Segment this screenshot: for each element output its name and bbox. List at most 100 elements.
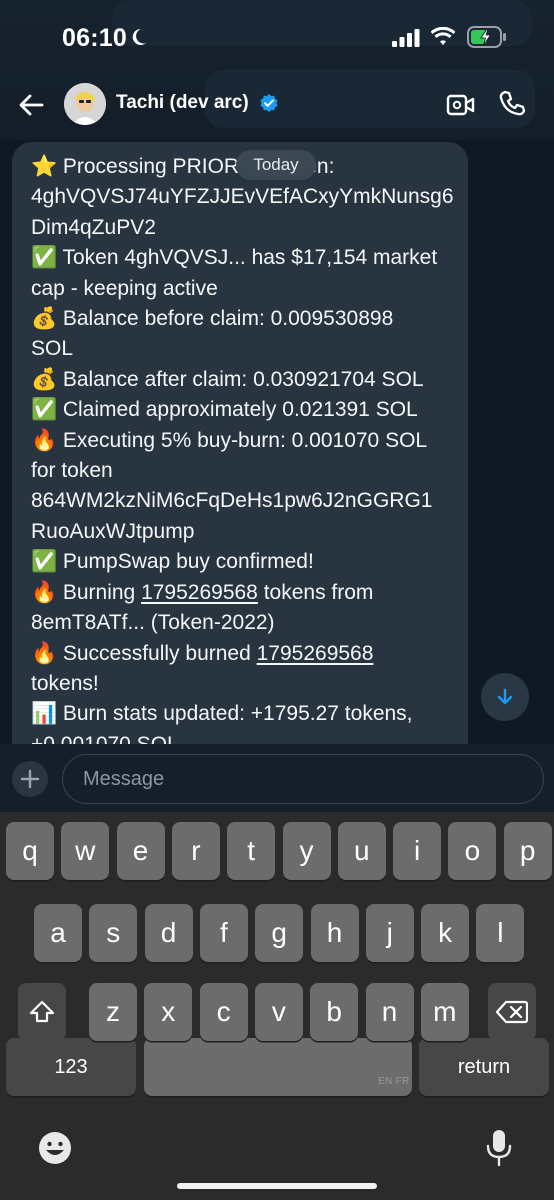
line-text: SOL bbox=[31, 337, 74, 361]
microphone-icon bbox=[486, 1130, 512, 1167]
key-w[interactable]: w bbox=[61, 822, 110, 880]
shift-icon bbox=[29, 1000, 55, 1023]
home-indicator bbox=[177, 1183, 377, 1189]
message-line: 💰 Balance after claim: 0.030921704 SOL bbox=[31, 365, 461, 395]
line-text: tokens from bbox=[257, 580, 374, 604]
back-arrow-icon bbox=[19, 94, 44, 116]
token-amount-link[interactable]: 1795269568 bbox=[141, 581, 258, 604]
line-text: tokens! bbox=[31, 671, 99, 695]
key-l[interactable]: l bbox=[476, 904, 525, 962]
key-g[interactable]: g bbox=[255, 904, 304, 962]
message-line: 🔥 Successfully burned 1795269568 bbox=[31, 639, 461, 669]
line-text: PumpSwap buy confirmed! bbox=[62, 550, 314, 574]
key-f[interactable]: f bbox=[199, 904, 248, 962]
line-text: Burn stats updated: +1795.27 tokens, bbox=[62, 702, 413, 726]
key-a[interactable]: a bbox=[34, 904, 82, 962]
line-emoji: 🔥 bbox=[31, 428, 58, 452]
message-line: 💰 Balance before claim: 0.009530898 bbox=[31, 304, 461, 334]
avatar[interactable] bbox=[64, 83, 106, 125]
video-call-icon bbox=[446, 94, 475, 116]
message-line: for token bbox=[31, 456, 461, 486]
dictation-key[interactable] bbox=[486, 1128, 512, 1173]
key-v[interactable]: v bbox=[254, 983, 303, 1041]
message-line: 8emT8ATf... (Token-2022) bbox=[31, 608, 461, 638]
message-input[interactable] bbox=[62, 754, 544, 804]
phone-call-button[interactable] bbox=[498, 89, 528, 124]
shift-key[interactable] bbox=[18, 983, 66, 1041]
message-line: 📊 Burn stats updated: +1795.27 tokens, bbox=[31, 699, 461, 729]
key-r[interactable]: r bbox=[171, 822, 220, 880]
emoji-icon bbox=[39, 1132, 71, 1164]
back-button[interactable] bbox=[16, 90, 50, 120]
line-text: Balance before claim: 0.009530898 bbox=[62, 307, 394, 331]
message-line: RuoAuxWJtpump bbox=[31, 517, 461, 547]
keyboard: 123 EN FR return qwertyuiop asdfghjkl zxcv… bbox=[0, 812, 554, 1200]
arrow-down-icon bbox=[497, 688, 513, 705]
line-emoji: 📊 bbox=[31, 702, 58, 726]
key-p[interactable]: p bbox=[503, 822, 552, 880]
chat-title[interactable]: Tachi (dev arc) bbox=[116, 92, 249, 114]
delete-key[interactable] bbox=[488, 983, 536, 1041]
line-emoji: 🔥 bbox=[31, 580, 58, 604]
wifi-icon bbox=[430, 26, 456, 52]
key-i[interactable]: i bbox=[393, 822, 442, 880]
key-k[interactable]: k bbox=[421, 904, 470, 962]
key-m[interactable]: m bbox=[420, 983, 469, 1041]
space-key[interactable] bbox=[144, 1038, 412, 1096]
key-j[interactable]: j bbox=[365, 904, 414, 962]
numbers-key[interactable]: 123 bbox=[6, 1038, 136, 1096]
status-bar: 06:10 bbox=[0, 0, 554, 76]
line-text: Token 4ghVQVSJ... has $17,154 market bbox=[62, 246, 438, 270]
message-line: 🔥 Burning 1795269568 tokens from bbox=[31, 578, 461, 608]
line-text: Claimed approximately 0.021391 SOL bbox=[62, 398, 418, 422]
message-line: tokens! bbox=[31, 669, 461, 699]
message-bubble[interactable]: ⭐ Processing PRIORITY token: 4ghVQVSJ74uY… bbox=[12, 142, 468, 744]
token-amount-link[interactable]: 1795269568 bbox=[257, 642, 374, 665]
message-line: 🔥 Executing 5% buy-burn: 0.001070 SOL bbox=[31, 426, 461, 456]
attach-button[interactable] bbox=[12, 761, 48, 797]
signal-icon bbox=[392, 29, 420, 52]
line-text: 8emT8ATf... (Token-2022) bbox=[31, 611, 275, 635]
line-text: Burning bbox=[62, 580, 142, 604]
language-hint: EN FR bbox=[378, 1076, 410, 1087]
line-text: RuoAuxWJtpump bbox=[31, 519, 195, 543]
return-key[interactable]: return bbox=[419, 1038, 549, 1096]
line-emoji: ✅ bbox=[31, 550, 58, 574]
message-line: SOL bbox=[31, 334, 461, 364]
message-line: 864WM2kzNiM6cFqDeHs1pw6J2nGGRG1 bbox=[31, 486, 461, 516]
status-time: 06:10 bbox=[62, 24, 127, 52]
key-q[interactable]: q bbox=[6, 822, 54, 880]
line-emoji: ✅ bbox=[31, 246, 58, 270]
moon-icon bbox=[128, 27, 148, 52]
key-c[interactable]: c bbox=[199, 983, 248, 1041]
date-pill: Today bbox=[236, 150, 316, 180]
message-line: cap - keeping active bbox=[31, 274, 461, 304]
key-x[interactable]: x bbox=[144, 983, 193, 1041]
key-n[interactable]: n bbox=[365, 983, 414, 1041]
key-d[interactable]: d bbox=[144, 904, 193, 962]
key-y[interactable]: y bbox=[282, 822, 331, 880]
line-text: 4ghVQVSJ74uYFZJJEvVEfACxyYmkNunsg6 bbox=[31, 185, 454, 209]
key-h[interactable]: h bbox=[310, 904, 359, 962]
message-composer bbox=[0, 744, 554, 812]
emoji-key[interactable] bbox=[37, 1130, 73, 1171]
line-text: Executing 5% buy-burn: 0.001070 SOL bbox=[62, 428, 428, 452]
key-s[interactable]: s bbox=[89, 904, 138, 962]
backspace-icon bbox=[496, 1000, 528, 1024]
line-text: Dim4qZuPV2 bbox=[31, 215, 156, 239]
message-line: ✅ PumpSwap buy confirmed! bbox=[31, 547, 461, 577]
verified-badge-icon bbox=[259, 93, 279, 118]
key-e[interactable]: e bbox=[116, 822, 165, 880]
line-emoji: 🔥 bbox=[31, 641, 58, 665]
line-emoji: 💰 bbox=[31, 367, 58, 391]
key-t[interactable]: t bbox=[227, 822, 276, 880]
message-line: ✅ Token 4ghVQVSJ... has $17,154 market bbox=[31, 243, 461, 273]
key-z[interactable]: z bbox=[89, 983, 137, 1041]
scroll-to-bottom-button[interactable] bbox=[481, 673, 529, 721]
key-o[interactable]: o bbox=[448, 822, 497, 880]
plus-icon bbox=[20, 769, 40, 789]
video-call-button[interactable] bbox=[446, 92, 476, 123]
line-emoji: ⭐ bbox=[31, 155, 58, 178]
key-u[interactable]: u bbox=[337, 822, 386, 880]
key-b[interactable]: b bbox=[310, 983, 359, 1041]
